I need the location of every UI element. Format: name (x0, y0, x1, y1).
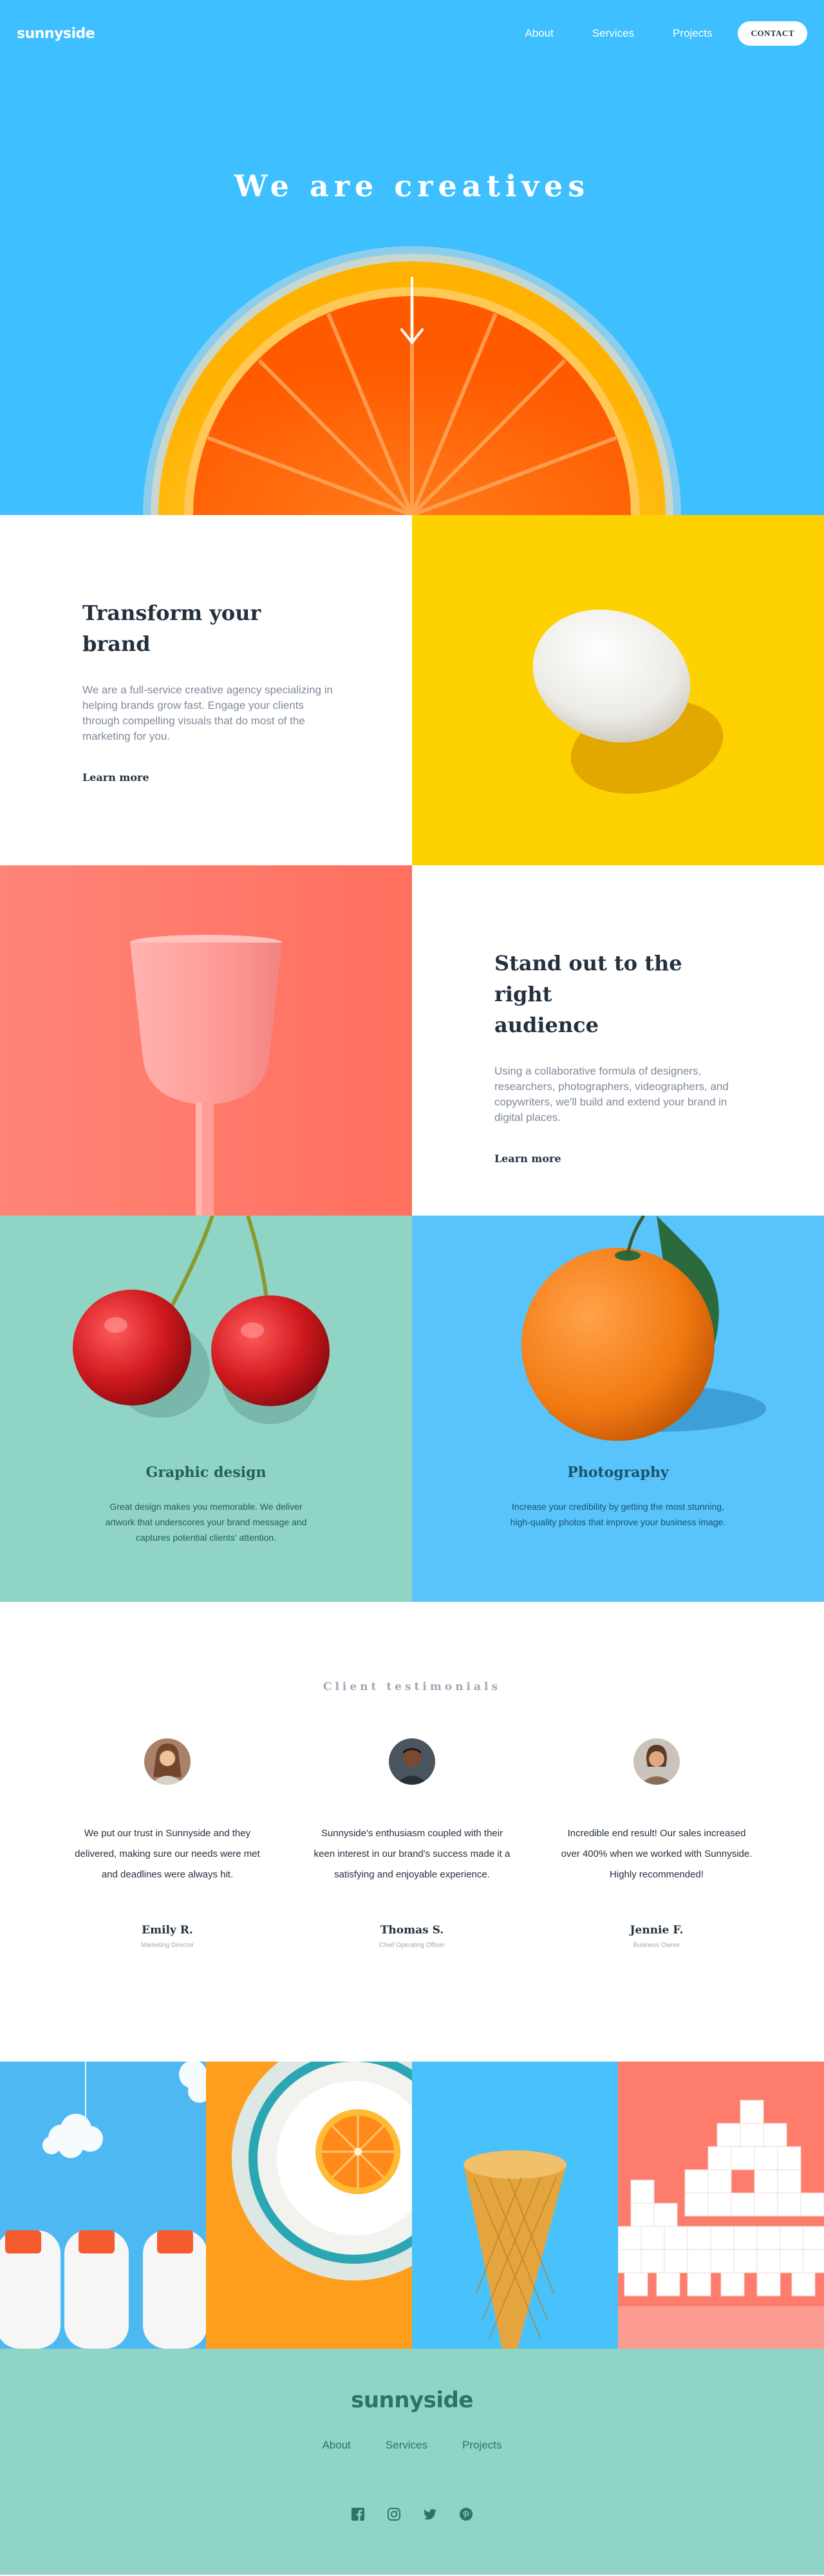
milk-bottles-illustration (0, 2062, 206, 2349)
feature-body: Using a collaborative formula of designe… (494, 1065, 729, 1123)
gallery-sugar-cubes (618, 2062, 824, 2349)
twitter-icon[interactable] (423, 2507, 437, 2521)
feature-title-line: brand (82, 632, 151, 656)
testimonial-name: Thomas S. (380, 1924, 444, 1937)
service-title: Graphic design (145, 1464, 267, 1481)
feature-title-line: Stand out to the right (494, 951, 682, 1006)
egg-illustration (532, 609, 724, 794)
gallery-milk-bottles (0, 2062, 206, 2349)
avatar-jennie (633, 1738, 680, 1785)
hero-section: sunnyside About Services Projects CONTAC… (0, 0, 824, 515)
testimonial-role: Marketing Director (141, 1942, 194, 1949)
orange-illustration (521, 1216, 766, 1441)
testimonial-name: Jennie F. (630, 1924, 684, 1937)
footer-link-services[interactable]: Services (386, 2439, 427, 2452)
cone-illustration (412, 2062, 618, 2349)
footer-nav: About Services Projects (0, 2439, 824, 2452)
testimonial-card: We put our trust in Sunnyside and they d… (61, 1738, 274, 1949)
feature-title-line: Transform your (82, 601, 261, 625)
testimonial-quote: We put our trust in Sunnyside and they d… (75, 1828, 260, 1880)
egg-image (412, 515, 824, 865)
feature-body: We are a full-service creative agency sp… (82, 684, 333, 742)
testimonial-name: Emily R. (142, 1924, 193, 1937)
testimonial-quote: Incredible end result! Our sales increas… (561, 1828, 753, 1880)
feature-text-transform: Transform your brand We are a full-servi… (0, 515, 412, 865)
glass-illustration (0, 865, 412, 1216)
testimonial-card: Incredible end result! Our sales increas… (550, 1738, 763, 1949)
feature-row-transform: Transform your brand We are a full-servi… (0, 515, 824, 865)
avatar (144, 1738, 191, 1785)
sugar-cubes-illustration (618, 2062, 824, 2349)
footer-link-projects[interactable]: Projects (462, 2439, 501, 2452)
orange-plate-illustration (206, 2062, 412, 2349)
nav-link-about[interactable]: About (525, 27, 553, 40)
service-card-graphic-design: Graphic design Great design makes you me… (0, 1216, 412, 1602)
footer: sunnyside About Services Projects (0, 2349, 824, 2575)
testimonials-heading: Client testimonials (323, 1680, 501, 1693)
feature-row-audience: Stand out to the right audience Using a … (0, 865, 824, 1216)
feature-title-line: audience (494, 1013, 599, 1037)
top-nav: sunnyside About Services Projects CONTAC… (0, 0, 824, 67)
brand-logo[interactable]: sunnyside (17, 26, 95, 42)
pinterest-icon[interactable] (459, 2507, 473, 2521)
feature-title: Transform your brand (82, 597, 333, 659)
service-body: Great design makes you memorable. We del… (105, 1501, 307, 1543)
hero-title: We are creatives (234, 169, 590, 203)
footer-link-about[interactable]: About (322, 2439, 350, 2452)
gallery (0, 2062, 824, 2349)
nav-link-services[interactable]: Services (592, 27, 634, 40)
footer-logo[interactable]: sunnyside (0, 2387, 824, 2413)
service-title: Photography (567, 1464, 669, 1481)
gallery-orange-plate (206, 2062, 412, 2349)
service-card-photography: Photography Increase your credibility by… (412, 1216, 824, 1602)
cherries-illustration (73, 1216, 330, 1424)
facebook-icon[interactable] (351, 2507, 365, 2521)
orange-hero-image (143, 246, 681, 515)
testimonial-role: Business Owner (633, 1942, 680, 1949)
learn-more-link[interactable]: Learn more (493, 1152, 563, 1167)
social-links (0, 2507, 824, 2521)
feature-text-audience: Stand out to the right audience Using a … (412, 865, 824, 1216)
learn-more-label: Learn more (82, 771, 149, 784)
avatar (633, 1738, 680, 1785)
testimonial-role: Chief Operating Officer (379, 1942, 445, 1949)
service-body: Increase your credibility by getting the… (510, 1501, 726, 1527)
gallery-ice-cream-cone (412, 2062, 618, 2349)
avatar-emily (144, 1738, 191, 1785)
glass-image (0, 865, 412, 1216)
learn-more-label: Learn more (494, 1152, 561, 1165)
feature-title: Stand out to the right audience (494, 948, 745, 1040)
testimonials-section: Client testimonials We put our trust in … (0, 1602, 824, 2062)
services-row: Graphic design Great design makes you me… (0, 1216, 824, 1602)
testimonial-card: Sunnyside's enthusiasm coupled with thei… (306, 1738, 518, 1949)
avatar (389, 1738, 435, 1785)
learn-more-link[interactable]: Learn more (81, 771, 151, 785)
testimonial-quote: Sunnyside's enthusiasm coupled with thei… (314, 1828, 510, 1880)
avatar-thomas (389, 1738, 435, 1785)
nav-link-projects[interactable]: Projects (673, 27, 712, 40)
instagram-icon[interactable] (387, 2507, 401, 2521)
contact-button[interactable]: CONTACT (738, 21, 807, 46)
nav-links: About Services Projects CONTACT (525, 21, 807, 46)
